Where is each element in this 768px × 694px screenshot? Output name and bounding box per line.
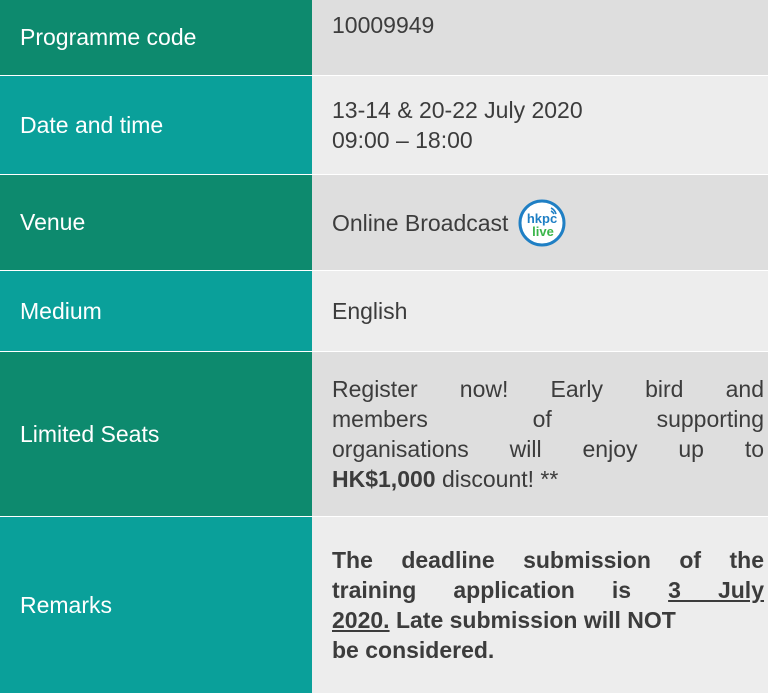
discount-amount: HK$1,000 xyxy=(332,466,436,492)
medium-text: English xyxy=(332,298,408,324)
remarks-line-4: be considered. xyxy=(332,637,495,663)
date-text: 13-14 & 20-22 July 2020 xyxy=(332,97,583,123)
remarks-line-3: 2020. Late submission will NOT xyxy=(332,605,764,635)
row-venue: Venue Online Broadcast hkpc live xyxy=(0,174,768,270)
deadline-date: 3 July xyxy=(668,577,764,603)
label-venue: Venue xyxy=(0,175,312,270)
venue-text: Online Broadcast xyxy=(332,209,509,236)
seats-line-3: organisations will enjoy up to xyxy=(332,436,764,462)
row-limited-seats: Limited Seats Register now! Early bird a… xyxy=(0,351,768,516)
remarks-line-2: training application is 3 July xyxy=(332,575,764,605)
remarks-line-3-text: Late submission will NOT xyxy=(389,607,676,633)
programme-code-text: 10009949 xyxy=(332,12,435,38)
label-medium: Medium xyxy=(0,271,312,351)
logo-bottom-text: live xyxy=(533,224,555,239)
row-medium: Medium English xyxy=(0,270,768,351)
deadline-year: 2020. xyxy=(332,607,390,633)
value-medium: English xyxy=(312,271,768,351)
value-programme-code: 10009949 xyxy=(312,0,768,75)
value-remarks: The deadline submission of the training … xyxy=(312,517,768,693)
value-venue: Online Broadcast hkpc live xyxy=(312,175,768,270)
remarks-line-1: The deadline submission of the xyxy=(332,547,764,573)
hkpc-live-logo-icon: hkpc live xyxy=(518,199,566,246)
row-programme-code: Programme code 10009949 xyxy=(0,0,768,75)
seats-line-2: members of supporting xyxy=(332,406,764,432)
label-limited-seats: Limited Seats xyxy=(0,352,312,516)
programme-info-table: Programme code 10009949 Date and time 13… xyxy=(0,0,768,693)
seats-line-4: HK$1,000 discount! ** xyxy=(332,464,764,494)
value-limited-seats: Register now! Early bird and members of … xyxy=(312,352,768,516)
label-remarks: Remarks xyxy=(0,517,312,693)
label-programme-code: Programme code xyxy=(0,0,312,75)
seats-line-1: Register now! Early bird and xyxy=(332,376,764,402)
label-date-time: Date and time xyxy=(0,76,312,174)
time-text: 09:00 – 18:00 xyxy=(332,127,473,153)
value-date-time: 13-14 & 20-22 July 2020 09:00 – 18:00 xyxy=(312,76,768,174)
row-remarks: Remarks The deadline submission of the t… xyxy=(0,516,768,693)
remarks-line-2-text: training application is xyxy=(332,577,669,603)
row-date-time: Date and time 13-14 & 20-22 July 2020 09… xyxy=(0,75,768,174)
discount-tail: discount! ** xyxy=(435,466,559,492)
